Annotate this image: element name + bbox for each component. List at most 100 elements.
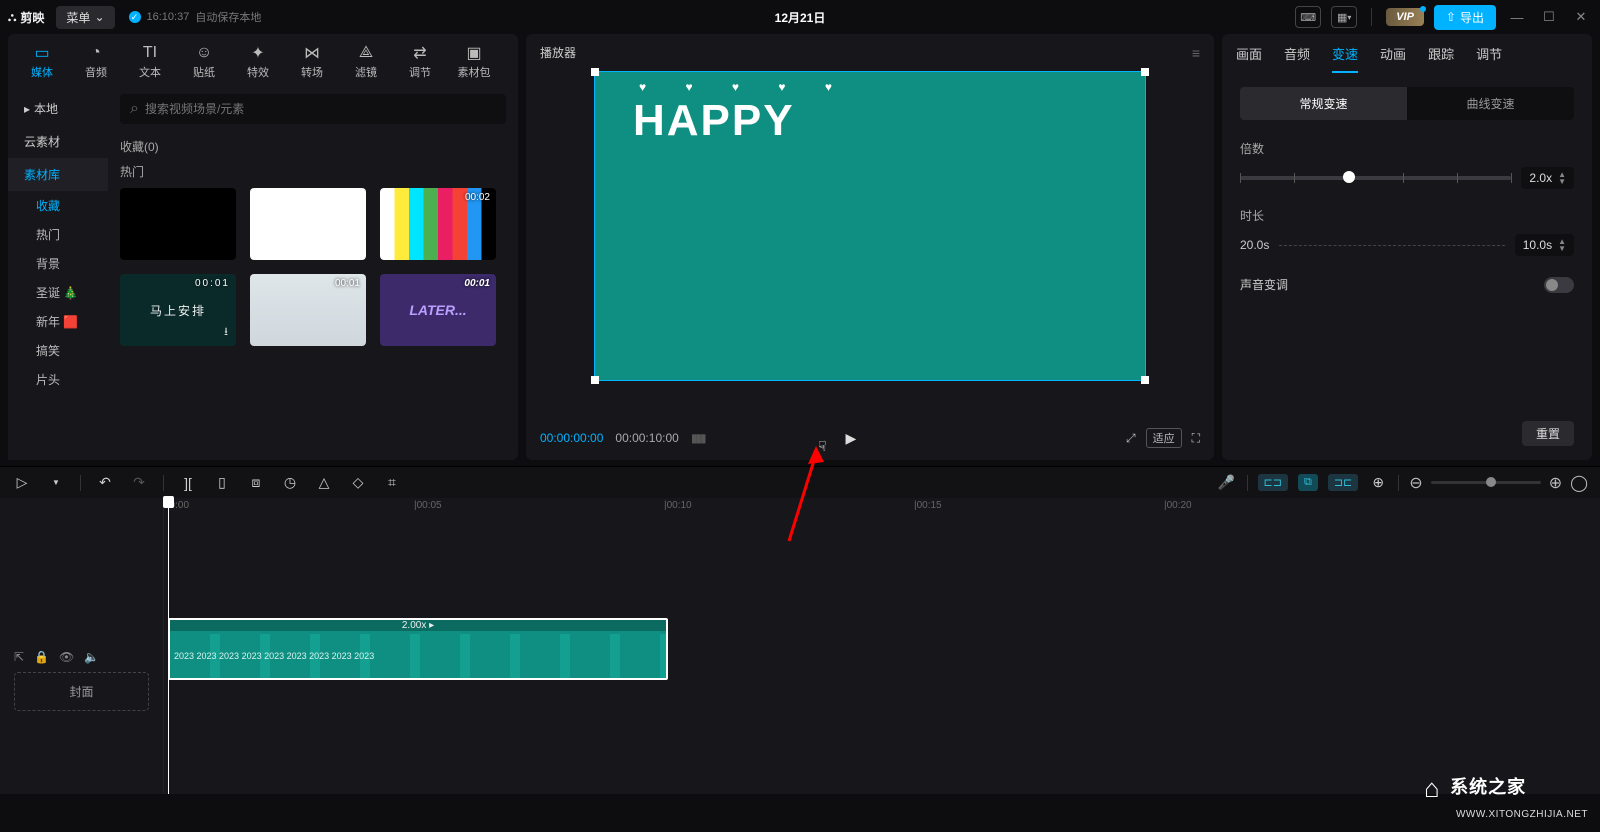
expand-icon[interactable]: ⇱ xyxy=(14,650,24,664)
tab-转场[interactable]: ⋈转场 xyxy=(286,40,338,84)
duration-to-box[interactable]: 10.0s ▲▼ xyxy=(1515,234,1574,256)
media-thumbnail[interactable]: 00:01 xyxy=(250,274,366,346)
sidebar-item-本地[interactable]: ▸本地 xyxy=(8,92,108,125)
magnet-head-icon[interactable]: ⊏⊐ xyxy=(1258,474,1288,491)
zoom-in-icon[interactable]: ⊕ xyxy=(1549,473,1562,493)
sidebar-sub-新年 🟥[interactable]: 新年 🟥 xyxy=(8,307,108,336)
sidebar-sub-片头[interactable]: 片头 xyxy=(8,365,108,394)
delete-left-icon[interactable]: ▯ xyxy=(212,474,232,491)
play-button[interactable]: ▶ xyxy=(845,430,856,447)
search-input[interactable] xyxy=(145,102,496,116)
clip-speed-label: 2.00x ▸ xyxy=(170,620,666,631)
tab-特效[interactable]: ✦特效 xyxy=(232,40,284,84)
stepper-icon[interactable]: ▲▼ xyxy=(1558,171,1566,185)
tab-媒体[interactable]: ▭媒体 xyxy=(16,40,68,84)
crop-icon[interactable]: ⌗ xyxy=(382,474,402,491)
divider xyxy=(1247,475,1248,491)
vip-badge[interactable]: VIP xyxy=(1386,8,1424,26)
sidebar-sub-背景[interactable]: 背景 xyxy=(8,249,108,278)
reset-button[interactable]: 重置 xyxy=(1522,421,1574,446)
resize-handle[interactable] xyxy=(591,376,599,384)
mute-icon[interactable]: 🔈 xyxy=(84,650,99,664)
scale-icon[interactable]: ⤢ xyxy=(1126,431,1136,446)
resize-handle[interactable] xyxy=(591,68,599,76)
cover-button[interactable]: 封面 xyxy=(14,672,149,711)
media-thumbnail[interactable]: 00:01LATER... xyxy=(380,274,496,346)
pitch-toggle[interactable] xyxy=(1544,277,1574,293)
sidebar-sub-收藏[interactable]: 收藏 xyxy=(8,191,108,220)
timeline-body[interactable]: 00:00|00:05|00:10|00:15|00:20 2.00x ▸ 20… xyxy=(164,498,1600,794)
speed-mode-toggle[interactable]: 常规变速 曲线变速 xyxy=(1240,87,1574,120)
zoom-out-icon[interactable]: ⊖ xyxy=(1409,473,1422,493)
seg-curve-speed[interactable]: 曲线变速 xyxy=(1407,87,1574,120)
inspector-tab-变速[interactable]: 变速 xyxy=(1332,44,1358,73)
menu-button[interactable]: 菜单 ⌄ xyxy=(56,6,114,29)
sidebar-sub-热门[interactable]: 热门 xyxy=(8,220,108,249)
sidebar-item-云素材[interactable]: 云素材 xyxy=(8,125,108,158)
tab-贴纸[interactable]: ☺贴纸 xyxy=(178,40,230,84)
sidebar-item-素材库[interactable]: 素材库 xyxy=(8,158,108,191)
media-thumbnail[interactable]: 00:02 xyxy=(380,188,496,260)
fullscreen-icon[interactable]: ⛶ xyxy=(1192,431,1200,446)
player-menu-icon[interactable]: ≡ xyxy=(1192,45,1200,61)
speed-icon[interactable]: ◷ xyxy=(280,474,300,491)
sidebar-sub-圣诞 🎄[interactable]: 圣诞 🎄 xyxy=(8,278,108,307)
magnet-icon[interactable]: ⧉ xyxy=(1298,474,1318,491)
preview-canvas[interactable]: ♥ ♥ ♥ ♥ ♥ HAPPY xyxy=(594,71,1146,381)
seg-normal-speed[interactable]: 常规变速 xyxy=(1240,87,1407,120)
window-maximize-button[interactable]: ☐ xyxy=(1538,6,1560,28)
inspector-tab-调节[interactable]: 调节 xyxy=(1476,44,1502,73)
window-close-button[interactable]: ✕ xyxy=(1570,6,1592,28)
search-box[interactable]: ⌕ xyxy=(120,94,506,124)
lock-icon[interactable]: 🔒 xyxy=(34,650,49,664)
watermark: ⌂ 系统之家 WWW.XITONGZHIJIA.NET xyxy=(1424,773,1588,822)
zoom-control[interactable]: ⊖ ⊕ ◯ xyxy=(1409,473,1588,493)
align-icon[interactable]: ⊕ xyxy=(1368,474,1388,491)
video-clip[interactable]: 2.00x ▸ 2023 2023 2023 2023 2023 2023 20… xyxy=(168,618,668,680)
current-time: 00:00:00:00 xyxy=(540,431,603,445)
timeline-ruler[interactable]: 00:00|00:05|00:10|00:15|00:20 xyxy=(164,498,1600,518)
zoom-slider[interactable] xyxy=(1431,481,1541,484)
ruler-mark: |00:10 xyxy=(664,500,692,511)
eye-icon[interactable]: 👁 xyxy=(59,650,74,664)
multiplier-value[interactable]: 2.0x ▲▼ xyxy=(1521,167,1574,189)
undo-icon[interactable]: ↶ xyxy=(95,474,115,491)
tab-文本[interactable]: TI文本 xyxy=(124,40,176,84)
tab-调节[interactable]: ⇄调节 xyxy=(394,40,446,84)
media-thumbnail[interactable] xyxy=(120,188,236,260)
tab-素材包[interactable]: ▣素材包 xyxy=(448,40,500,84)
inspector-tab-跟踪[interactable]: 跟踪 xyxy=(1428,44,1454,73)
player-panel: 播放器 ≡ ♥ ♥ ♥ ♥ ♥ HAPPY 00:00:00:00 00:00:… xyxy=(526,34,1214,460)
segments-icon[interactable]: ▮▮▮ xyxy=(691,431,705,445)
export-button[interactable]: ⇧ 导出 xyxy=(1434,5,1496,30)
select-tool-icon[interactable]: ▷ xyxy=(12,474,32,491)
inspector-tab-画面[interactable]: 画面 xyxy=(1236,44,1262,73)
window-minimize-button[interactable]: — xyxy=(1506,6,1528,28)
mic-icon[interactable]: 🎤 xyxy=(1217,474,1237,491)
select-chevron-icon[interactable]: ▼ xyxy=(46,478,66,487)
magnet-tail-icon[interactable]: ⊐⊏ xyxy=(1328,474,1358,491)
mirror-icon[interactable]: ◇ xyxy=(348,474,368,491)
split-icon[interactable]: ][ xyxy=(178,475,198,491)
shortcut-icon[interactable]: ⌨ xyxy=(1295,6,1321,28)
resize-handle[interactable] xyxy=(1141,376,1149,384)
tab-滤镜[interactable]: ⟁滤镜 xyxy=(340,40,392,84)
timeline-left: ⇱ 🔒 👁 🔈 封面 xyxy=(0,498,164,794)
inspector-tab-音频[interactable]: 音频 xyxy=(1284,44,1310,73)
tab-音频[interactable]: ◔音频 xyxy=(70,40,122,84)
media-thumbnail[interactable] xyxy=(250,188,366,260)
download-icon[interactable]: ⭳ xyxy=(224,323,230,342)
layout-icon[interactable]: ▦▾ xyxy=(1331,6,1357,28)
sidebar-sub-搞笑[interactable]: 搞笑 xyxy=(8,336,108,365)
multiplier-slider[interactable] xyxy=(1240,176,1511,180)
rotate-icon[interactable]: △ xyxy=(314,474,334,491)
redo-icon[interactable]: ↷ xyxy=(129,474,149,491)
stepper-icon[interactable]: ▲▼ xyxy=(1558,238,1566,252)
inspector-tab-动画[interactable]: 动画 xyxy=(1380,44,1406,73)
delete-right-icon[interactable]: ⧈ xyxy=(246,474,266,491)
resize-handle[interactable] xyxy=(1141,68,1149,76)
zoom-fit-icon[interactable]: ◯ xyxy=(1570,473,1588,493)
tab-label: 贴纸 xyxy=(193,64,215,80)
fit-button[interactable]: 适应 xyxy=(1146,428,1182,448)
media-thumbnail[interactable]: 00:01马上安排⭳ xyxy=(120,274,236,346)
